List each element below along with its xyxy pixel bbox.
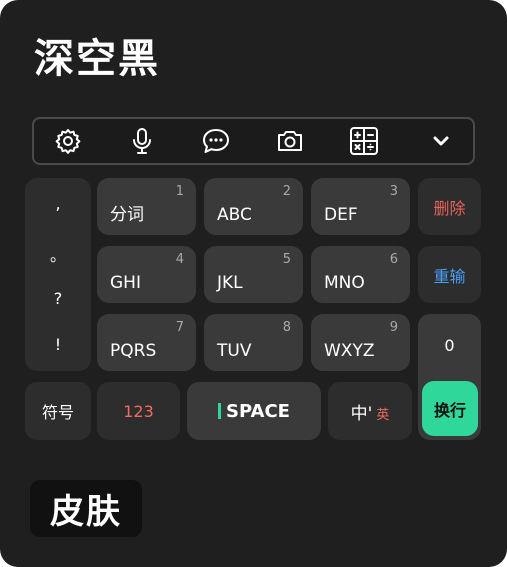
space-label: SPACE — [226, 400, 290, 422]
skin-label: 皮肤 — [30, 480, 142, 537]
key-label: WXYZ — [324, 341, 375, 361]
punctuation-column: , 。 ? ! — [25, 178, 91, 371]
period-key[interactable]: 。 — [25, 242, 91, 266]
camera-icon[interactable] — [275, 126, 305, 156]
text-cursor-icon — [218, 403, 222, 419]
delete-button[interactable]: 删除 — [418, 178, 481, 235]
lang-main-label: 中' — [350, 403, 373, 424]
key-5-jkl[interactable]: 5 JKL — [204, 246, 303, 303]
key-label: JKL — [217, 273, 243, 293]
key-number: 6 — [389, 252, 398, 267]
lang-alt-label: 英 — [376, 407, 390, 423]
numeric-button[interactable]: 123 — [97, 382, 180, 440]
calculator-icon[interactable] — [349, 126, 379, 156]
chat-bubble-icon[interactable] — [201, 126, 231, 156]
language-switch-button[interactable]: 中' 英 — [328, 382, 412, 440]
key-label: GHI — [110, 273, 141, 293]
key-label: ABC — [217, 205, 252, 225]
key-number: 3 — [389, 184, 398, 199]
key-number: 8 — [282, 320, 291, 335]
keyboard-skin-card: 深空黑 , 。 ? ! 1 分词 2 ABC 3 DEF 4 GHI 5 JKL… — [0, 0, 507, 567]
key-number: 5 — [282, 252, 291, 267]
key-label: DEF — [324, 205, 358, 225]
keyboard-toolbar — [32, 117, 475, 165]
key-1-fenci[interactable]: 1 分词 — [97, 178, 196, 235]
retype-button[interactable]: 重输 — [418, 246, 481, 303]
key-3-def[interactable]: 3 DEF — [311, 178, 410, 235]
zero-key[interactable]: 0 — [418, 314, 481, 376]
key-label: TUV — [217, 341, 252, 361]
question-key[interactable]: ? — [25, 289, 91, 308]
key-number: 7 — [175, 320, 184, 335]
key-number: 1 — [175, 184, 184, 199]
key-number: 4 — [175, 252, 184, 267]
key-7-pqrs[interactable]: 7 PQRS — [97, 314, 196, 371]
comma-key[interactable]: , — [25, 194, 91, 213]
key-4-ghi[interactable]: 4 GHI — [97, 246, 196, 303]
key-2-abc[interactable]: 2 ABC — [204, 178, 303, 235]
skin-title: 深空黑 — [34, 36, 160, 82]
key-label: PQRS — [110, 341, 157, 361]
key-9-wxyz[interactable]: 9 WXYZ — [311, 314, 410, 371]
exclamation-key[interactable]: ! — [25, 335, 91, 354]
key-8-tuv[interactable]: 8 TUV — [204, 314, 303, 371]
gear-icon[interactable] — [53, 126, 83, 156]
key-label: 分词 — [110, 205, 144, 225]
key-number: 2 — [282, 184, 291, 199]
key-number: 9 — [389, 320, 398, 335]
chevron-down-icon[interactable] — [426, 126, 456, 156]
space-button[interactable]: SPACE — [187, 382, 321, 440]
key-6-mno[interactable]: 6 MNO — [311, 246, 410, 303]
key-label: MNO — [324, 273, 365, 293]
microphone-icon[interactable] — [127, 126, 157, 156]
symbol-button[interactable]: 符号 — [25, 382, 91, 440]
enter-button[interactable]: 换行 — [422, 381, 478, 436]
